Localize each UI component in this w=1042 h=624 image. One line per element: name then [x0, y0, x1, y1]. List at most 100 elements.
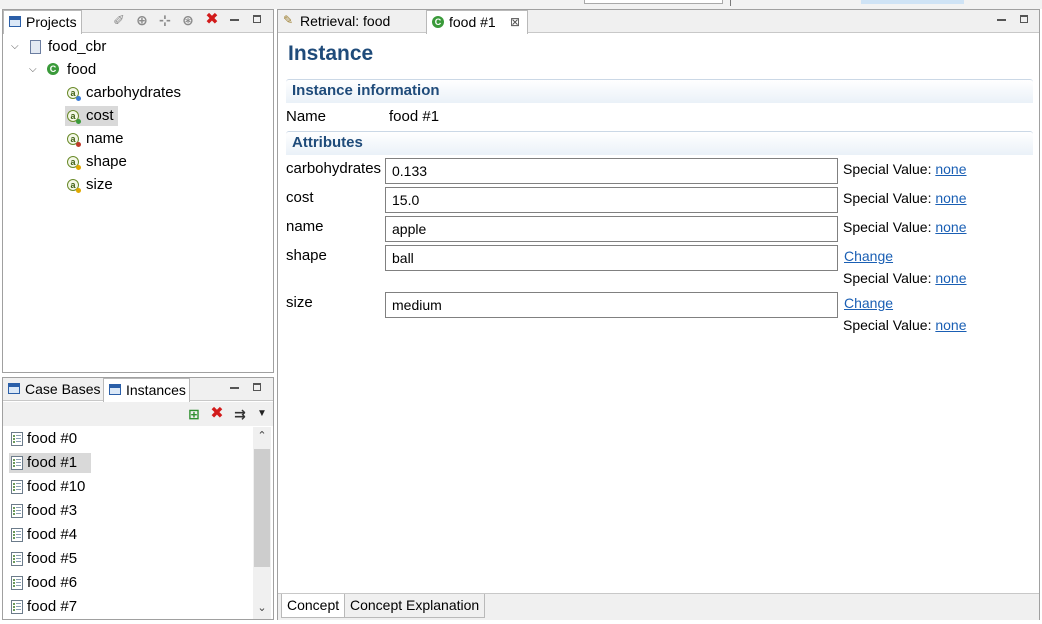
attribute-value-field[interactable]: ball: [385, 245, 838, 271]
tab-case-bases-label: Case Bases: [25, 381, 101, 397]
list-item-label: food #7: [27, 598, 78, 615]
instance-icon: [11, 600, 23, 614]
instances-scrollbar[interactable]: ⌃ ⌄: [253, 427, 271, 619]
delete-icon[interactable]: ✖: [209, 406, 225, 422]
special-value-link[interactable]: none: [935, 317, 966, 333]
maximize-icon[interactable]: [253, 15, 261, 23]
view-icon: [8, 383, 20, 394]
maximize-icon[interactable]: [1020, 15, 1028, 23]
attribute-label: cost: [286, 189, 314, 206]
projects-tabbar: Projects ✐ ⊕ ⊹ ⊛ ✖: [3, 10, 273, 34]
attribute-value-field[interactable]: 15.0: [385, 187, 838, 213]
new-instance-icon[interactable]: ⊛: [180, 12, 196, 28]
change-link[interactable]: Change: [844, 295, 893, 311]
tree-item-attribute-selected[interactable]: a cost: [65, 106, 118, 126]
chevron-down-icon[interactable]: ⌵: [29, 65, 39, 75]
attribute-value-field[interactable]: apple: [385, 216, 838, 242]
attribute-integer-icon: a: [67, 110, 81, 124]
instance-icon: [11, 576, 23, 590]
project-icon: [30, 40, 41, 54]
tab-instance-label: food #1: [449, 14, 496, 30]
tree-item-label: food: [67, 61, 97, 78]
scroll-down-icon[interactable]: ⌄: [253, 601, 271, 615]
attribute-label: carbohydrates: [286, 160, 382, 177]
special-value-label: Special Value:: [843, 270, 932, 286]
instances-list: food #0 food #1 food #10 food #3 food #4…: [3, 427, 253, 619]
minimize-icon[interactable]: [230, 14, 239, 21]
tree-item-label: carbohydrates: [86, 84, 182, 101]
name-value: food #1: [389, 108, 440, 125]
tab-concept-explanation[interactable]: Concept Explanation: [344, 594, 486, 618]
tree-item-attribute[interactable]: a size: [65, 175, 165, 195]
view-menu-icon[interactable]: ▼: [254, 406, 270, 422]
attribute-value-field[interactable]: medium: [385, 292, 838, 318]
instance-icon: [11, 552, 23, 566]
tab-instances[interactable]: Instances: [103, 378, 190, 402]
tab-projects-label: Projects: [26, 14, 77, 30]
special-value: Special Value: none: [843, 317, 967, 333]
special-value-link[interactable]: none: [935, 219, 966, 235]
retrieval-icon: ✎: [283, 13, 294, 27]
tree-item-attribute[interactable]: a name: [65, 129, 165, 149]
top-separator: [730, 0, 731, 6]
list-item-label: food #4: [27, 526, 78, 543]
attributes-header: Attributes: [286, 131, 1033, 155]
special-value: Special Value: none: [843, 270, 967, 286]
list-item-label: food #1: [27, 454, 78, 471]
sort-icon[interactable]: ⇉: [232, 406, 248, 422]
top-search-box[interactable]: [584, 0, 723, 4]
attribute-value-field[interactable]: 0.133: [385, 158, 838, 184]
close-icon[interactable]: ⊠: [510, 11, 520, 33]
attribute-symbol-icon: a: [67, 156, 81, 170]
add-instance-icon[interactable]: ⊞: [186, 406, 202, 422]
tree-item-attribute[interactable]: a shape: [65, 152, 165, 172]
special-value-label: Special Value:: [843, 161, 932, 177]
special-value: Special Value: none: [843, 161, 967, 177]
scroll-thumb[interactable]: [254, 449, 270, 567]
tab-retrieval[interactable]: ✎ Retrieval: food: [278, 10, 426, 33]
special-value-link[interactable]: none: [935, 190, 966, 206]
instance-icon: [11, 528, 23, 542]
change-link[interactable]: Change: [844, 248, 893, 264]
attribute-label: shape: [286, 247, 327, 264]
tree-item-label: shape: [86, 153, 127, 170]
special-value-link[interactable]: none: [935, 161, 966, 177]
chevron-down-icon[interactable]: ⌵: [11, 42, 21, 52]
instances-tabbar: Case Bases Instances: [3, 378, 273, 402]
minimize-icon[interactable]: [230, 382, 239, 389]
attribute-label: name: [286, 218, 324, 235]
special-value-label: Special Value:: [843, 317, 932, 333]
scroll-up-icon[interactable]: ⌃: [253, 429, 271, 443]
tab-instances-label: Instances: [126, 382, 186, 398]
delete-icon[interactable]: ✖: [204, 12, 220, 28]
attribute-label: size: [286, 294, 313, 311]
new-concept-icon[interactable]: ⊕: [134, 12, 150, 28]
new-attribute-icon[interactable]: ⊹: [157, 12, 173, 28]
concept-icon: C: [47, 63, 59, 75]
tree-item-label: food_cbr: [48, 38, 107, 55]
special-value-label: Special Value:: [843, 190, 932, 206]
special-value-label: Special Value:: [843, 219, 932, 235]
maximize-icon[interactable]: [253, 383, 261, 391]
tab-instance[interactable]: C food #1 ⊠: [426, 10, 528, 34]
list-item-selected[interactable]: food #1: [9, 453, 91, 473]
tab-projects[interactable]: Projects: [3, 10, 82, 34]
tab-case-bases[interactable]: Case Bases: [3, 378, 103, 401]
attribute-symbol-icon: a: [67, 179, 81, 193]
instance-info-header: Instance information: [286, 79, 1033, 103]
attribute-string-icon: a: [67, 133, 81, 147]
instances-toolbar: ⊞ ✖ ⇉ ▼: [3, 402, 273, 426]
special-value-link[interactable]: none: [935, 270, 966, 286]
instance-icon: [11, 432, 23, 446]
list-item-label: food #0: [27, 430, 78, 447]
instance-icon: [11, 504, 23, 518]
list-item-label: food #3: [27, 502, 78, 519]
minimize-icon[interactable]: [997, 14, 1006, 21]
page-title: Instance: [288, 42, 374, 65]
tab-concept[interactable]: Concept: [281, 594, 346, 618]
view-icon: [109, 384, 121, 395]
pin-icon[interactable]: ✐: [111, 12, 127, 28]
editor-tabbar: ✎ Retrieval: food C food #1 ⊠: [278, 10, 1039, 34]
tree-item-attribute[interactable]: a carbohydrates: [65, 83, 185, 103]
tab-retrieval-label: Retrieval: food: [300, 13, 391, 29]
